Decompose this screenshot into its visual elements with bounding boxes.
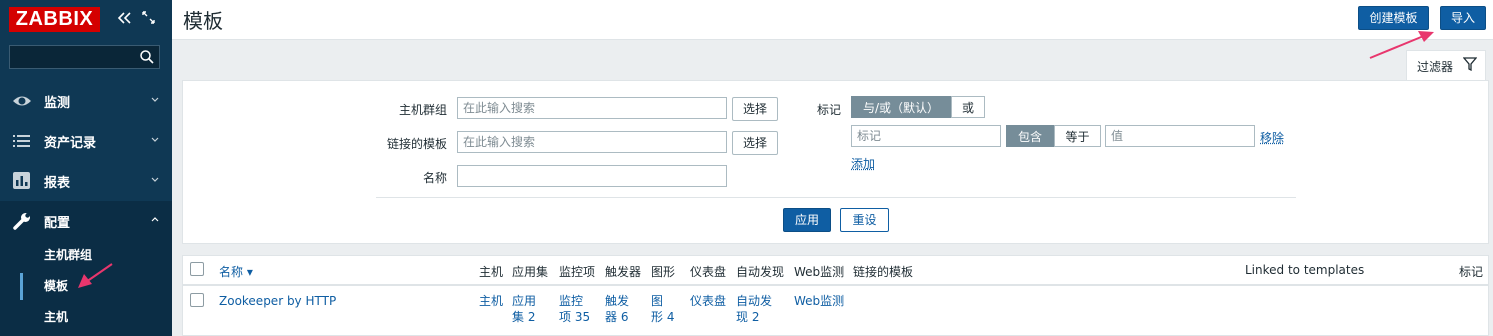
- sidebar-search-input[interactable]: [9, 45, 160, 69]
- column-items-header: 监控项: [559, 265, 596, 279]
- tag-value-input[interactable]: 值: [1105, 125, 1255, 147]
- import-button[interactable]: 导入: [1440, 6, 1486, 30]
- column-linked-templates-header: 链接的模板: [853, 265, 914, 279]
- triggers-link-line1: 触发: [605, 294, 630, 308]
- tag-contains-toggle[interactable]: 包含: [1006, 125, 1054, 147]
- list-icon: [13, 135, 30, 147]
- linked-templates-label: 链接的模板: [386, 137, 447, 151]
- menu-monitoring-label: 监测: [44, 95, 71, 111]
- menu-inventory-label: 资产记录: [44, 135, 97, 151]
- host-group-select-button[interactable]: 选择: [732, 97, 778, 121]
- chevron-down-icon: [151, 177, 159, 182]
- template-name-link[interactable]: Zookeeper by HTTP: [219, 293, 336, 309]
- column-name-header[interactable]: 名称 ▾: [219, 263, 253, 280]
- menu-monitoring[interactable]: 监测: [0, 81, 172, 121]
- menu-configuration[interactable]: 配置: [0, 201, 172, 241]
- menu-inventory[interactable]: 资产记录: [0, 121, 172, 161]
- linked-templates-select-button[interactable]: 选择: [732, 131, 778, 155]
- row-checkbox[interactable]: [190, 293, 204, 307]
- tag-name-input[interactable]: 标记: [851, 125, 1001, 147]
- graphs-link-line2: 形 4: [651, 310, 675, 324]
- chevron-up-icon: [151, 217, 159, 222]
- tag-remove-link[interactable]: 移除: [1260, 129, 1284, 146]
- discovery-link[interactable]: 自动发 现 2: [736, 293, 772, 325]
- page-header: 模板 创建模板 导入: [172, 0, 1493, 40]
- filter-icon: [1463, 57, 1477, 71]
- applications-link[interactable]: 应用 集 2: [512, 293, 536, 325]
- discovery-link-line1: 自动发: [736, 294, 773, 308]
- menu-reports[interactable]: 报表: [0, 161, 172, 201]
- menu-reports-label: 报表: [44, 175, 71, 191]
- wrench-icon: [13, 213, 30, 230]
- chevron-down-icon: [151, 137, 159, 142]
- column-linked-to-templates-header: Linked to templates: [1245, 263, 1365, 277]
- dashboards-link[interactable]: 仪表盘: [690, 293, 726, 309]
- chevron-down-icon: [151, 97, 159, 102]
- main-content: 模板 创建模板 导入 过滤器 主机群组 在此输入搜索 选择 链接的模板 在此输入…: [172, 0, 1493, 336]
- graphs-link[interactable]: 图 形 4: [651, 293, 674, 325]
- graphs-link-line1: 图: [651, 294, 664, 308]
- logo-row: ZABBIX: [0, 0, 172, 40]
- eye-icon: [13, 96, 31, 106]
- reset-button[interactable]: 重设: [840, 208, 889, 232]
- filter-tab-label: 过滤器: [1417, 60, 1454, 74]
- create-template-button[interactable]: 创建模板: [1358, 6, 1429, 30]
- applications-link-line2: 集 2: [512, 310, 536, 324]
- column-discovery-header: 自动发现: [736, 265, 785, 279]
- column-triggers-header: 触发器: [605, 265, 642, 279]
- tags-and-or-toggle[interactable]: 与/或（默认）: [851, 96, 951, 118]
- host-group-input[interactable]: 在此输入搜索: [457, 97, 727, 119]
- triggers-link[interactable]: 触发 器 6: [605, 293, 629, 325]
- column-web-header: Web监测: [794, 265, 845, 279]
- column-hosts-header: 主机: [479, 265, 504, 279]
- items-link[interactable]: 监控 项 35: [559, 293, 590, 325]
- items-link-line2: 项 35: [559, 310, 591, 324]
- main-menu: 监测 资产记录 报表 配置: [0, 81, 172, 241]
- search-icon[interactable]: [139, 49, 155, 65]
- column-dashboards-header: 仪表盘: [690, 265, 727, 279]
- triggers-link-line2: 器 6: [605, 310, 629, 324]
- column-graphs-header: 图形: [651, 265, 676, 279]
- items-link-line1: 监控: [559, 294, 584, 308]
- collapse-sidebar-icon[interactable]: [116, 10, 132, 26]
- select-all-checkbox[interactable]: [190, 262, 204, 276]
- submenu-host-groups[interactable]: 主机群组: [0, 240, 172, 271]
- discovery-link-line2: 现 2: [736, 310, 760, 324]
- kiosk-mode-icon[interactable]: [142, 11, 155, 24]
- templates-table: 名称 ▾ 主机 应用集 监控项 触发器 图形 仪表盘 自动发现 Web监测 链接…: [182, 255, 1489, 336]
- sidebar: ZABBIX 监测 资产记录 报表 配置 主机群组 模板 主机: [0, 0, 172, 336]
- table-header-row: 名称 ▾ 主机 应用集 监控项 触发器 图形 仪表盘 自动发现 Web监测 链接…: [183, 256, 1488, 286]
- column-tags-header: 标记: [1459, 265, 1484, 279]
- name-input[interactable]: [457, 165, 727, 187]
- filter-panel: 主机群组 在此输入搜索 选择 链接的模板 在此输入搜索 选择 名称 标记 与/或…: [182, 80, 1489, 244]
- tags-or-toggle[interactable]: 或: [951, 96, 985, 118]
- tags-label: 标记: [816, 103, 841, 117]
- tag-add-link[interactable]: 添加: [851, 155, 875, 172]
- menu-configuration-label: 配置: [44, 215, 71, 231]
- submenu-templates[interactable]: 模板: [0, 271, 172, 302]
- page-title: 模板: [183, 9, 223, 33]
- configuration-submenu: 主机群组 模板 主机: [0, 240, 172, 336]
- name-label: 名称: [422, 171, 447, 185]
- tag-equals-toggle[interactable]: 等于: [1054, 125, 1101, 147]
- apply-button[interactable]: 应用: [783, 208, 831, 232]
- bar-chart-icon: [13, 172, 30, 189]
- host-group-label: 主机群组: [398, 103, 447, 117]
- web-link[interactable]: Web监测: [794, 293, 844, 309]
- linked-templates-input[interactable]: 在此输入搜索: [457, 131, 727, 153]
- column-applications-header: 应用集: [512, 265, 549, 279]
- applications-link-line1: 应用: [512, 294, 537, 308]
- hosts-link[interactable]: 主机: [479, 293, 503, 309]
- filter-tab[interactable]: 过滤器: [1406, 50, 1486, 81]
- zabbix-logo[interactable]: ZABBIX: [9, 7, 100, 32]
- submenu-hosts[interactable]: 主机: [0, 302, 172, 333]
- filter-divider: [376, 197, 1296, 198]
